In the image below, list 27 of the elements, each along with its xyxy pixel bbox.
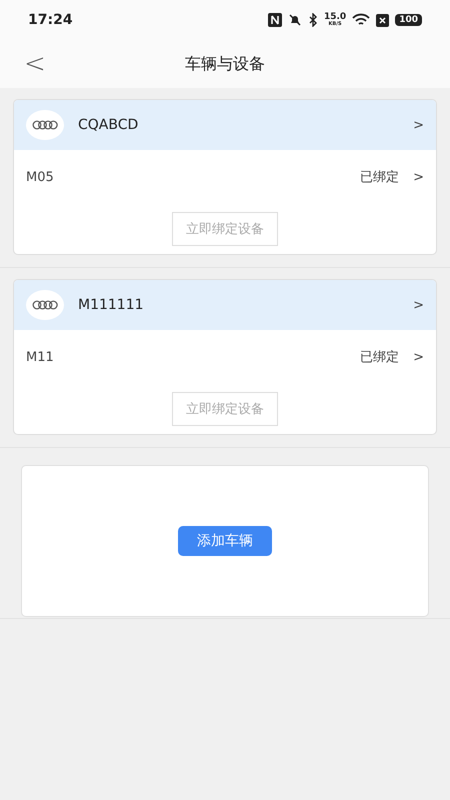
status-time: 17:24 [28, 12, 73, 28]
nfc-icon [268, 13, 282, 27]
chevron: > [413, 298, 424, 312]
vehicle-header[interactable]: CQABCD > [14, 100, 436, 150]
chevron: > [413, 118, 424, 132]
net-speed: 15.0 [324, 13, 346, 22]
plate-number: M111111 [78, 297, 145, 313]
bind-status: 已绑定 [360, 169, 400, 186]
chevron: > [413, 350, 424, 364]
device-row[interactable]: M11 已绑定 > [14, 330, 436, 384]
plate-number: CQABCD [78, 117, 140, 133]
chevron: > [413, 170, 424, 184]
sim-icon [376, 14, 390, 26]
muted-bell-icon [288, 13, 302, 27]
vehicle-header[interactable]: M111111 > [14, 280, 436, 330]
device-name: M11 [26, 350, 55, 364]
car-logo-icon [26, 110, 64, 140]
add-vehicle-button[interactable]: 添加车辆 [178, 526, 272, 556]
battery-indicator: 100 [395, 14, 422, 26]
back-button[interactable]: < [0, 49, 46, 79]
device-row[interactable]: M05 已绑定 > [14, 150, 436, 204]
device-name: M05 [26, 170, 55, 184]
bind-status: 已绑定 [360, 349, 400, 366]
wifi-icon [352, 13, 370, 27]
car-logo-icon [26, 290, 64, 320]
bluetooth-icon [308, 13, 318, 27]
page-title: 车辆与设备 [185, 54, 265, 74]
